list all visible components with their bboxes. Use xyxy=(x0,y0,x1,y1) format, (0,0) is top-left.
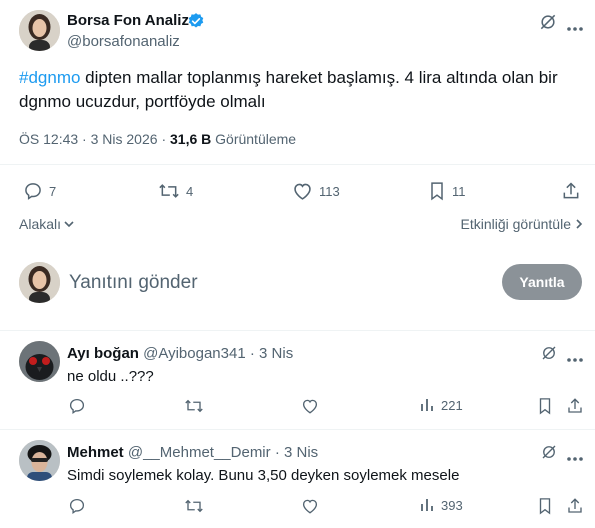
reply-time[interactable]: 3 Nis xyxy=(259,345,293,362)
more-options-icon[interactable] xyxy=(566,449,584,461)
reply-text: Simdi soylemek kolay. Bunu 3,50 deyken s… xyxy=(67,467,460,484)
divider xyxy=(0,164,595,165)
chevron-right-icon xyxy=(576,219,583,229)
bookmark-icon[interactable] xyxy=(537,397,553,415)
share-icon[interactable] xyxy=(566,397,584,415)
reply-views: 393 xyxy=(441,497,463,513)
reply-avatar[interactable] xyxy=(19,440,60,481)
reply-author-name[interactable]: Mehmet xyxy=(67,444,124,461)
author-name[interactable]: Borsa Fon Analiz xyxy=(67,12,189,29)
reply-separator: · xyxy=(249,345,255,362)
tweet-text: #dgnmo dipten mallar toplanmış hareket b… xyxy=(19,66,579,114)
more-options-icon[interactable] xyxy=(566,350,584,362)
views-label: Görüntüleme xyxy=(215,131,297,147)
reply-count: 7 xyxy=(49,183,57,199)
retweet-button[interactable]: 4 xyxy=(158,181,193,201)
reply-views: 221 xyxy=(441,397,463,413)
meta-separator: · xyxy=(82,131,87,147)
tweet-text-line2: dgnmo ucuzdur, portföyde olmalı xyxy=(19,92,266,111)
views-button[interactable]: 221 xyxy=(419,397,463,413)
tweet-text-line1: dipten mallar toplanmış hareket başlamış… xyxy=(80,68,558,87)
composer-avatar xyxy=(19,262,60,303)
views-button[interactable]: 393 xyxy=(419,497,463,513)
retweet-icon[interactable] xyxy=(184,397,204,415)
reply-text: ne oldu ..??? xyxy=(67,368,154,385)
meta-separator: · xyxy=(161,131,167,147)
tweet-meta: ÖS 12:43 · 3 Nis 2026 · 31,6 B Görüntüle… xyxy=(19,131,296,147)
sort-label: Alakalı xyxy=(19,216,62,232)
author-handle[interactable]: @borsafonanaliz xyxy=(67,33,180,50)
retweet-icon xyxy=(159,184,179,198)
view-engagement-link[interactable]: Etkinliği görüntüle xyxy=(460,216,583,232)
reply-time[interactable]: 3 Nis xyxy=(284,444,318,461)
tweet-date[interactable]: 3 Nis 2026 xyxy=(91,131,158,147)
bookmark-icon[interactable] xyxy=(537,497,553,515)
tweet-time[interactable]: ÖS 12:43 xyxy=(19,131,78,147)
heart-icon[interactable] xyxy=(301,497,319,515)
share-icon[interactable] xyxy=(561,181,581,201)
grok-icon[interactable] xyxy=(540,443,558,461)
verified-badge-icon xyxy=(187,12,205,30)
reply-author-handle[interactable]: @Ayibogan341 xyxy=(143,345,246,362)
reply-submit-button[interactable]: Yanıtla xyxy=(502,264,582,300)
heart-icon[interactable] xyxy=(301,397,319,415)
grok-icon[interactable] xyxy=(538,12,558,32)
view-engagement-label: Etkinliği görüntüle xyxy=(460,216,571,232)
views-count: 31,6 B xyxy=(170,131,212,147)
divider xyxy=(0,330,595,331)
reply-icon[interactable] xyxy=(68,497,86,515)
reply-icon xyxy=(25,183,41,200)
reply-author-handle[interactable]: @__Mehmet__Demir xyxy=(128,444,271,461)
reply-input[interactable]: Yanıtını gönder xyxy=(69,272,198,294)
reply-icon[interactable] xyxy=(68,397,86,415)
hashtag-link[interactable]: #dgnmo xyxy=(19,68,80,87)
more-options-icon[interactable] xyxy=(566,19,584,31)
bookmark-button[interactable]: 11 xyxy=(428,181,466,201)
like-count: 113 xyxy=(319,183,340,199)
retweet-count: 4 xyxy=(186,183,194,199)
like-button[interactable]: 113 xyxy=(292,181,340,201)
reply-author-name[interactable]: Ayı boğan xyxy=(67,345,139,362)
chevron-down-icon xyxy=(64,221,74,228)
reply-avatar[interactable] xyxy=(19,341,60,382)
reply-header: Ayı boğan @Ayibogan341 · 3 Nis xyxy=(67,345,293,362)
share-icon[interactable] xyxy=(566,497,584,515)
reply-separator: · xyxy=(274,444,280,461)
bookmark-icon xyxy=(431,182,443,201)
reply-button[interactable]: 7 xyxy=(23,181,56,201)
analytics-icon xyxy=(421,399,433,411)
heart-icon xyxy=(294,183,311,200)
reply-header: Mehmet @__Mehmet__Demir · 3 Nis xyxy=(67,444,318,461)
divider xyxy=(0,429,595,430)
analytics-icon xyxy=(421,499,433,511)
bookmark-count: 11 xyxy=(452,183,466,199)
grok-icon[interactable] xyxy=(540,344,558,362)
retweet-icon[interactable] xyxy=(184,497,204,515)
author-avatar[interactable] xyxy=(19,10,60,51)
sort-dropdown[interactable]: Alakalı xyxy=(19,216,75,232)
